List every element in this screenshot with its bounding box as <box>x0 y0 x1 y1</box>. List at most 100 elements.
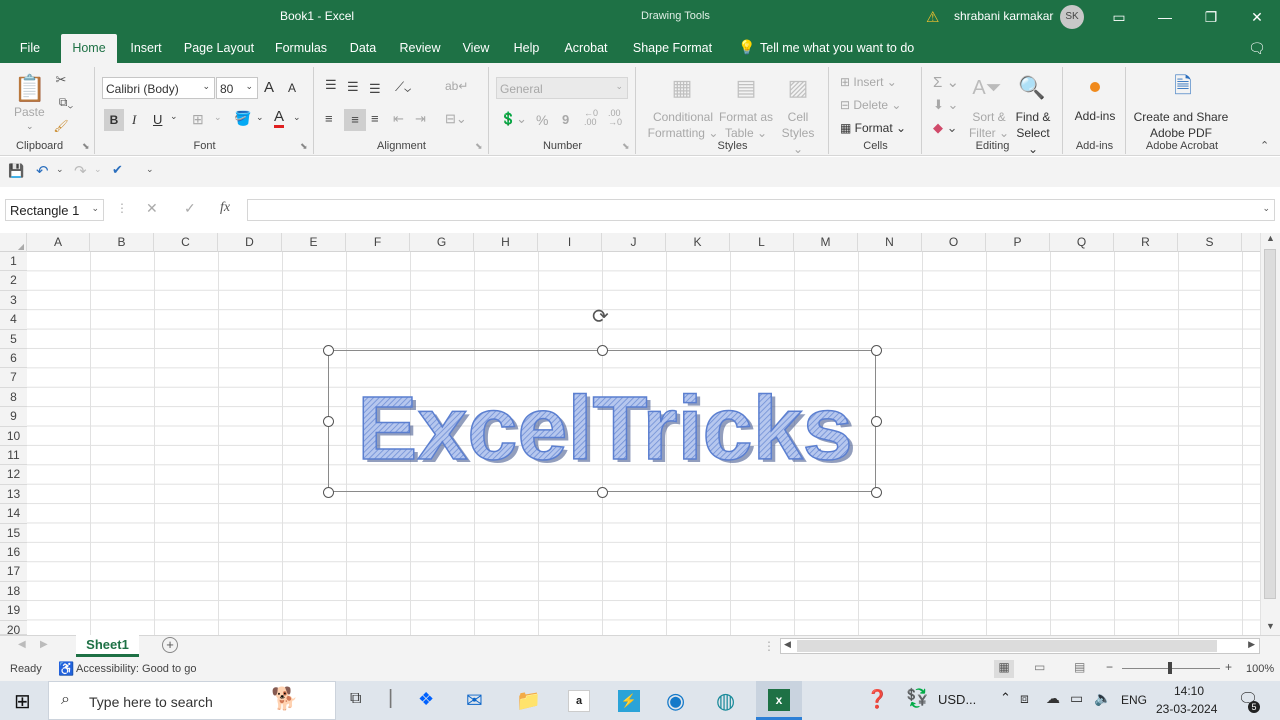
paste-label[interactable]: Paste <box>14 105 45 119</box>
currency-label[interactable]: USD... <box>938 692 976 707</box>
tab-data[interactable]: Data <box>346 34 380 63</box>
tab-review[interactable]: Review <box>396 34 444 63</box>
next-sheet-icon[interactable]: ▶ <box>40 639 48 650</box>
tab-acrobat[interactable]: Acrobat <box>561 34 611 63</box>
row-header[interactable]: 17 <box>0 562 27 582</box>
sheet-tab-sheet1[interactable]: Sheet1 <box>76 635 139 657</box>
rectangle-shape[interactable]: ExcelTricks ExcelTricks <box>328 350 876 492</box>
column-header[interactable]: L <box>730 233 794 252</box>
column-header[interactable]: C <box>154 233 218 252</box>
tab-insert[interactable]: Insert <box>126 34 166 63</box>
column-header[interactable]: Q <box>1050 233 1114 252</box>
percent-style-icon[interactable]: % <box>536 112 548 128</box>
resize-handle[interactable] <box>596 486 608 498</box>
horizontal-scrollbar[interactable]: ◀ ▶ <box>780 638 1260 654</box>
font-size-box[interactable]: 80 ⌄ <box>216 77 258 99</box>
scroll-down-icon[interactable]: ▼ <box>1266 621 1275 631</box>
paste-icon[interactable]: 📋 <box>14 71 46 105</box>
column-header[interactable]: J <box>602 233 666 252</box>
cell-styles-icon[interactable]: ▨ <box>783 71 813 105</box>
tab-page-layout[interactable]: Page Layout <box>182 34 256 63</box>
sort-filter-icon[interactable]: A⏷ <box>971 73 1003 103</box>
row-header[interactable]: 20 <box>0 620 27 635</box>
row-header[interactable]: 13 <box>0 484 27 505</box>
accounting-format-icon[interactable]: 💲⌄ <box>500 111 527 127</box>
undo-icon[interactable]: ↶ <box>36 162 49 180</box>
accessibility-icon[interactable]: ♿ <box>58 661 74 677</box>
scroll-thumb[interactable] <box>1264 249 1276 599</box>
delete-cells-button[interactable]: ⊟ Delete ⌄ <box>840 98 901 112</box>
page-layout-view-icon[interactable]: ▭ <box>1034 660 1045 674</box>
resize-handle[interactable] <box>870 344 882 356</box>
merge-center-icon[interactable]: ⊟⌄ <box>445 111 467 127</box>
split-handle-icon[interactable]: ⋮ <box>763 639 775 653</box>
zoom-level[interactable]: 100% <box>1246 663 1274 675</box>
mail-icon[interactable]: ✉ <box>466 688 483 713</box>
orientation-icon[interactable]: ⟋⌄ <box>395 79 411 95</box>
normal-view-icon[interactable]: ▦ <box>994 660 1014 678</box>
clear-icon[interactable]: ◆ ⌄ <box>933 120 958 136</box>
row-header[interactable]: 3 <box>0 290 27 311</box>
row-header[interactable]: 5 <box>0 329 27 349</box>
excel-taskbar-button[interactable]: x <box>756 681 802 720</box>
enter-icon[interactable]: ✓ <box>184 200 196 217</box>
bottom-align-icon[interactable]: ☰ <box>369 81 381 97</box>
increase-indent-icon[interactable]: ⇥ <box>415 111 426 127</box>
addins-icon[interactable] <box>1090 82 1100 92</box>
comments-icon[interactable]: 🗨 <box>1248 40 1266 57</box>
row-header[interactable]: 12 <box>0 465 27 485</box>
edge-icon[interactable]: ◉ <box>666 688 685 714</box>
redo-icon[interactable]: ↷ <box>74 162 87 180</box>
paste-dropdown-icon[interactable]: ⌄ <box>26 121 34 132</box>
row-header[interactable]: 1 <box>0 252 27 272</box>
app2-icon[interactable]: ◍ <box>716 688 735 714</box>
warning-icon[interactable]: ⚠ <box>926 8 939 26</box>
format-painter-icon[interactable]: 🖌 <box>52 117 70 135</box>
clock-date[interactable]: 23-03-2024 <box>1156 702 1217 716</box>
middle-align-icon[interactable]: ☰ <box>347 79 359 95</box>
user-avatar[interactable]: SK <box>1060 5 1084 29</box>
resize-handle[interactable] <box>322 344 334 356</box>
redo-dropdown-icon[interactable]: ⌄ <box>94 164 102 175</box>
insert-function-icon[interactable]: fx <box>220 200 230 216</box>
page-break-view-icon[interactable]: ▤ <box>1074 660 1085 674</box>
select-all-corner[interactable]: ◢ <box>0 233 27 252</box>
zoom-slider-thumb[interactable] <box>1168 662 1172 674</box>
italic-button[interactable]: I <box>132 112 136 128</box>
column-header[interactable]: R <box>1114 233 1178 252</box>
row-header[interactable]: 18 <box>0 581 27 602</box>
undo-dropdown-icon[interactable]: ⌄ <box>56 164 64 175</box>
taskbar-search[interactable]: ⌕ Type here to search 🐕 <box>48 681 336 720</box>
column-header[interactable]: B <box>90 233 154 252</box>
vertical-scrollbar[interactable]: ▲ ▼ <box>1260 233 1280 635</box>
borders-dropdown-icon[interactable]: ⌄ <box>214 112 222 123</box>
column-header[interactable]: H <box>474 233 538 252</box>
battery-icon[interactable]: ▭ <box>1070 690 1083 707</box>
column-header[interactable]: F <box>346 233 410 252</box>
wrap-text-icon[interactable]: ab↵ <box>445 79 468 93</box>
tab-help[interactable]: Help <box>510 34 543 63</box>
column-header[interactable]: N <box>858 233 922 252</box>
underline-button[interactable]: U <box>153 112 162 127</box>
font-color-icon[interactable]: A <box>274 109 285 128</box>
grow-font-icon[interactable]: A <box>264 79 274 96</box>
user-name[interactable]: shrabani karmakar <box>954 9 1053 23</box>
font-color-dropdown-icon[interactable]: ⌄ <box>293 112 301 123</box>
close-button[interactable]: ✕ <box>1234 0 1280 34</box>
new-sheet-icon[interactable]: + <box>162 637 178 653</box>
row-header[interactable]: 16 <box>0 543 27 563</box>
insert-cells-button[interactable]: ⊞ Insert ⌄ <box>840 75 897 89</box>
copy-icon[interactable]: ⧉⌄ <box>52 93 80 111</box>
restore-button[interactable]: ❐ <box>1188 0 1234 34</box>
tray-chevron-icon[interactable]: ⌃ <box>1000 690 1011 706</box>
format-as-table-icon[interactable]: ▤ <box>731 71 761 105</box>
autosum-icon[interactable]: Σ ⌄ <box>933 73 959 91</box>
addins-button[interactable]: Add-ins <box>1064 109 1126 123</box>
column-header[interactable]: D <box>218 233 282 252</box>
spelling-icon[interactable]: ✔ <box>112 162 123 178</box>
tab-shape-format[interactable]: Shape Format <box>630 34 715 63</box>
row-header[interactable]: 10 <box>0 426 27 446</box>
tell-me-search[interactable]: Tell me what you want to do <box>760 34 920 63</box>
scroll-right-icon[interactable]: ▶ <box>1248 639 1255 650</box>
scroll-left-icon[interactable]: ◀ <box>784 639 791 650</box>
